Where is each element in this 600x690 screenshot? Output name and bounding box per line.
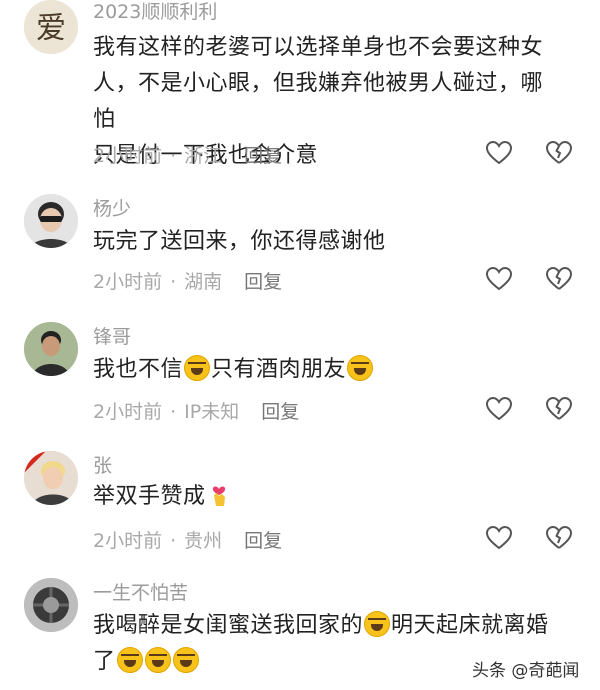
laughing-emoji-icon (116, 647, 143, 673)
username[interactable]: 张 (93, 451, 112, 478)
comment-line: 举双手赞成 (93, 479, 563, 515)
reply-button[interactable]: 回复 (261, 397, 299, 424)
hand-heart-emoji-icon (212, 486, 225, 506)
username[interactable]: 锋哥 (93, 322, 131, 349)
comment-meta: 2小时前 · 贵州 回复 (93, 526, 282, 553)
location: 浙江 (184, 145, 223, 167)
comment-line: 我有这样的老婆可以选择单身也不会要这种女 (93, 35, 544, 60)
comment-line: 玩完了送回来，你还得感谢他 (93, 229, 386, 254)
like-icon[interactable] (486, 267, 512, 291)
location: IP未知 (184, 401, 240, 423)
comment-text: 玩完了送回来，你还得感谢他 (93, 224, 563, 260)
avatar-image: 爱 (24, 0, 78, 54)
dislike-icon[interactable] (546, 267, 572, 291)
username[interactable]: 一生不怕苦 (93, 578, 188, 605)
timestamp: 2小时前 (93, 145, 163, 167)
comment-meta: 2小时前 · IP未知 回复 (93, 397, 299, 424)
separator: · (170, 271, 177, 293)
timestamp: 2小时前 (93, 401, 163, 423)
location: 湖南 (184, 271, 223, 293)
username[interactable]: 2023顺顺利利 (93, 0, 217, 24)
avatar[interactable] (24, 194, 78, 248)
laughing-emoji-icon (184, 355, 211, 381)
comment-text-part: 明天起床就离婚 (391, 613, 549, 638)
comment-meta: 2小时前 · 浙江 回复 (93, 141, 282, 168)
comment-line: 人，不是小心眼，但我嫌弃他被男人碰过，哪怕 (93, 71, 544, 132)
comment-meta: 2小时前 · 湖南 回复 (93, 267, 282, 294)
timestamp: 2小时前 (93, 271, 163, 293)
comment-text-part: 我也不信 (93, 357, 184, 382)
avatar-image (24, 194, 78, 248)
avatar-image (24, 322, 78, 376)
username[interactable]: 杨少 (93, 194, 131, 221)
separator: · (170, 401, 177, 423)
comment-text: 我也不信 只有酒肉朋友 (93, 352, 563, 388)
avatar[interactable] (24, 322, 78, 376)
dislike-icon[interactable] (546, 141, 572, 165)
comment-text-part: 举双手赞成 (93, 484, 206, 509)
laughing-emoji-icon (364, 611, 391, 637)
reply-button[interactable]: 回复 (244, 141, 282, 168)
avatar[interactable] (24, 451, 78, 505)
reply-button[interactable]: 回复 (244, 267, 282, 294)
avatar-image (24, 578, 78, 632)
like-icon[interactable] (486, 397, 512, 421)
avatar[interactable] (24, 578, 78, 632)
like-icon[interactable] (486, 141, 512, 165)
reply-button[interactable]: 回复 (244, 526, 282, 553)
separator: · (170, 145, 177, 167)
laughing-emoji-icon (347, 355, 374, 381)
watermark: 头条 @奇葩闻 (472, 661, 580, 681)
comment-line: 我喝醉是女闺蜜送我回家的 明天起床就离婚 (93, 608, 583, 644)
timestamp: 2小时前 (93, 530, 163, 552)
comment-text: 举双手赞成 (93, 479, 563, 515)
comment-text-part: 只有酒肉朋友 (211, 357, 347, 382)
like-icon[interactable] (486, 526, 512, 550)
dislike-icon[interactable] (546, 397, 572, 421)
avatar[interactable]: 爱 (24, 0, 78, 54)
laughing-emoji-icon (172, 647, 199, 673)
dislike-icon[interactable] (546, 526, 572, 550)
comment-text-part: 我喝醉是女闺蜜送我回家的 (93, 613, 364, 638)
separator: · (170, 530, 177, 552)
avatar-image (24, 451, 78, 505)
location: 贵州 (184, 530, 223, 552)
laughing-emoji-icon (144, 647, 171, 673)
comment-line: 我也不信 只有酒肉朋友 (93, 352, 563, 388)
avatar-text: 爱 (36, 11, 66, 46)
comment-text-part: 了 (93, 649, 116, 674)
